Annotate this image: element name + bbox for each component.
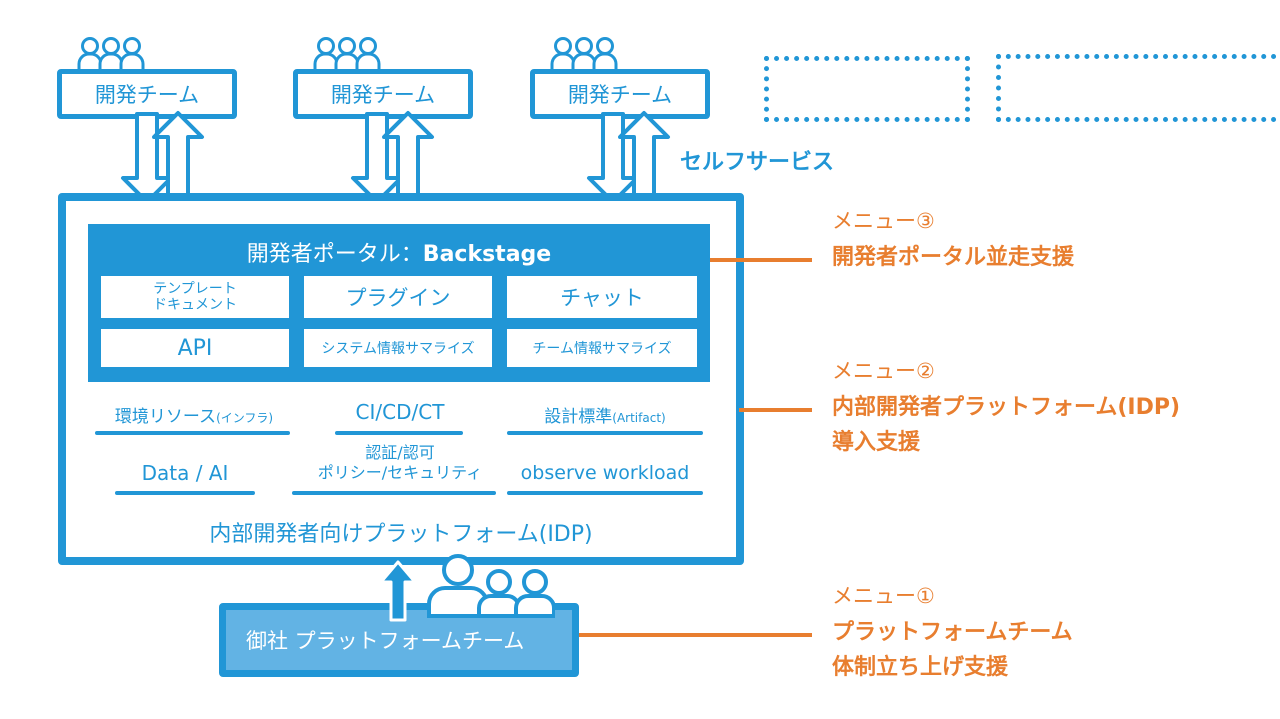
portal-title: 開発者ポータル：Backstage — [246, 242, 552, 267]
menu-2-title: 内部開発者プラットフォーム(IDP) 導入支援 — [832, 395, 1181, 455]
feature-data-ai: Data / AI — [141, 461, 229, 485]
feature-auth-policy: 認証/認可 ポリシー/セキュリティ — [317, 443, 483, 482]
portal-cell-template-docs: テンプレート ドキュメント — [101, 276, 289, 318]
portal-cell-system-summary: システム情報サマライズ — [304, 329, 492, 367]
idp-label: 内部開発者向けプラットフォーム(IDP) — [209, 522, 593, 547]
feature-underline — [507, 431, 703, 435]
feature-underline — [95, 431, 290, 435]
feature-observe-workload: observe workload — [520, 462, 690, 484]
portal-cell-plugin: プラグイン — [304, 276, 492, 318]
connector-line-menu-3 — [710, 258, 812, 262]
feature-cicdct: CI/CD/CT — [355, 400, 445, 424]
feature-design-standards: 設計標準(Artifact) — [544, 407, 666, 427]
feature-underline — [335, 431, 463, 435]
up-arrow-icon — [379, 560, 417, 622]
bidirectional-arrows — [121, 111, 670, 204]
feature-underline — [507, 491, 703, 495]
menu-1-title: プラットフォームチーム 体制立ち上げ支援 — [832, 620, 1073, 680]
connector-line-menu-1 — [579, 633, 812, 637]
menu-1-number: メニュー① — [832, 584, 935, 608]
placeholder-team-box — [996, 54, 1280, 122]
feature-env-resources: 環境リソース(インフラ) — [114, 407, 274, 427]
portal-cell-chat: チャット — [507, 276, 697, 318]
menu-2-number: メニュー② — [832, 359, 935, 383]
feature-underline — [115, 491, 255, 495]
portal-cell-api: API — [101, 329, 289, 367]
menu-3-number: メニュー③ — [832, 209, 935, 233]
placeholder-team-box — [764, 56, 970, 122]
people-group-icon — [427, 554, 555, 618]
connector-line-menu-2 — [739, 408, 812, 412]
portal-cell-team-summary: チーム情報サマライズ — [507, 329, 697, 367]
feature-underline — [292, 491, 496, 495]
developer-portal: 開発者ポータル：Backstage テンプレート ドキュメント プラグイン チャ… — [88, 224, 710, 382]
portal-name: Backstage — [422, 242, 552, 267]
platform-team-label: 御社 プラットフォームチーム — [246, 629, 525, 653]
menu-3-title: 開発者ポータル並走支援 — [832, 245, 1075, 270]
self-service-label: セルフサービス — [680, 150, 835, 175]
